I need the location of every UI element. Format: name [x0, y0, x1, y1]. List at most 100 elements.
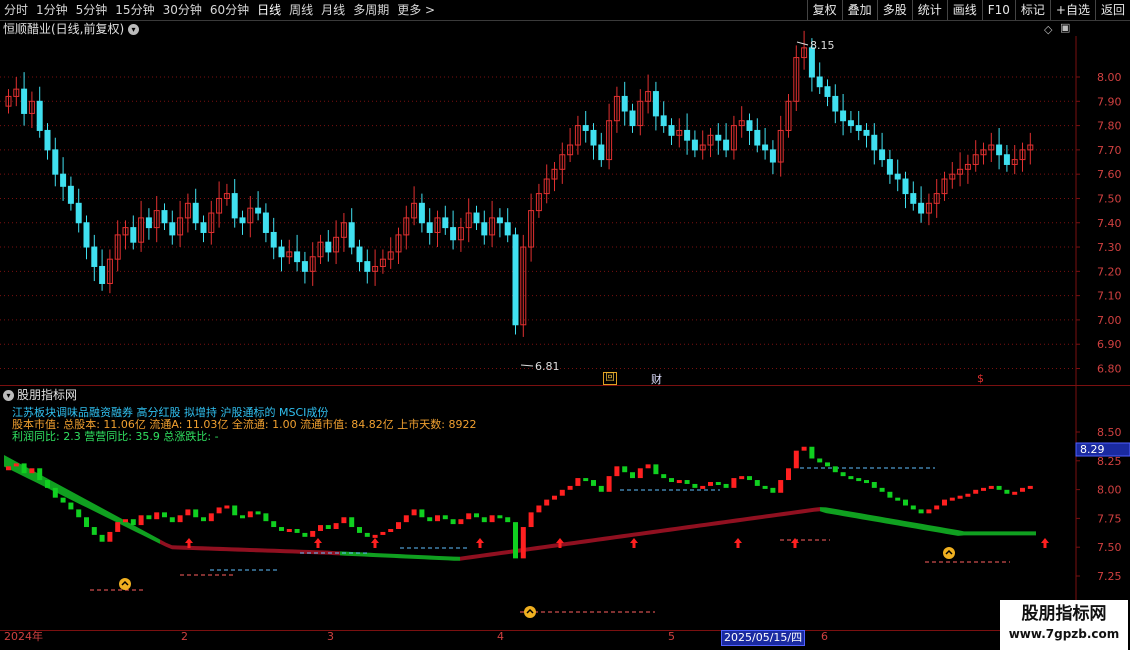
tab-multi-period[interactable]: 多周期	[349, 0, 393, 20]
candle[interactable]	[902, 171, 909, 209]
candle[interactable]	[777, 115, 784, 177]
candle[interactable]	[145, 208, 152, 240]
tab-5min[interactable]: 5分钟	[72, 0, 112, 20]
candle[interactable]	[426, 208, 433, 245]
candle[interactable]	[91, 234, 98, 282]
candle[interactable]	[504, 208, 511, 243]
candle[interactable]	[1027, 132, 1034, 165]
candle[interactable]	[754, 118, 761, 153]
candle[interactable]	[668, 118, 675, 146]
candle[interactable]	[543, 164, 550, 204]
candle[interactable]	[816, 62, 823, 95]
candle[interactable]	[894, 159, 901, 192]
candle[interactable]	[262, 203, 269, 243]
candle[interactable]	[36, 86, 43, 138]
candle[interactable]	[130, 215, 137, 250]
candle[interactable]	[231, 179, 238, 228]
candle[interactable]	[855, 111, 862, 141]
candle[interactable]	[340, 213, 347, 252]
candle[interactable]	[699, 130, 706, 160]
candle[interactable]	[847, 111, 854, 133]
candle[interactable]	[239, 210, 246, 235]
add-watchlist-button[interactable]: +自选	[1049, 0, 1095, 20]
candle[interactable]	[21, 72, 28, 126]
candle[interactable]	[918, 186, 925, 223]
event-marker-review[interactable]: 回	[603, 372, 617, 385]
overlay-button[interactable]: 叠加	[841, 0, 877, 20]
candle[interactable]	[723, 123, 730, 158]
candle[interactable]	[496, 208, 503, 238]
candle[interactable]	[559, 142, 566, 184]
candle[interactable]	[879, 132, 886, 167]
candle[interactable]	[450, 210, 457, 250]
candle[interactable]	[138, 200, 145, 252]
candle[interactable]	[988, 132, 995, 163]
candle[interactable]	[184, 193, 191, 233]
candle[interactable]	[793, 45, 800, 112]
candle[interactable]	[606, 103, 613, 170]
candle[interactable]	[247, 196, 254, 238]
candle[interactable]	[762, 128, 769, 160]
candle[interactable]	[567, 128, 574, 163]
candle[interactable]	[621, 81, 628, 126]
tab-15min[interactable]: 15分钟	[111, 0, 158, 20]
candle[interactable]	[395, 227, 402, 265]
candle[interactable]	[785, 94, 792, 138]
candle[interactable]	[574, 115, 581, 155]
candle[interactable]	[411, 186, 418, 226]
candle[interactable]	[769, 140, 776, 175]
candle[interactable]	[832, 84, 839, 124]
candle[interactable]	[5, 89, 12, 114]
candle[interactable]	[255, 191, 262, 221]
candle[interactable]	[83, 215, 90, 260]
candle[interactable]	[442, 205, 449, 235]
tab-weekly[interactable]: 周线	[285, 0, 317, 20]
candle[interactable]	[161, 203, 168, 231]
candle[interactable]	[489, 200, 496, 248]
candle[interactable]	[372, 249, 379, 286]
candle[interactable]	[707, 128, 714, 158]
candle[interactable]	[691, 130, 698, 158]
candle[interactable]	[582, 111, 589, 143]
candle[interactable]	[972, 140, 979, 172]
candle[interactable]	[44, 123, 51, 160]
candle[interactable]	[317, 234, 324, 265]
candle[interactable]	[520, 234, 527, 337]
candle[interactable]	[886, 149, 893, 184]
draw-line-button[interactable]: 画线	[946, 0, 982, 20]
candle[interactable]	[177, 200, 184, 248]
candle[interactable]	[122, 220, 129, 250]
tab-more[interactable]: 更多 >	[393, 0, 439, 20]
back-button[interactable]: 返回	[1094, 0, 1130, 20]
candle[interactable]	[434, 210, 441, 248]
candle[interactable]	[52, 137, 59, 187]
candle[interactable]	[325, 230, 332, 262]
candle[interactable]	[801, 30, 808, 70]
candle[interactable]	[613, 86, 620, 133]
tab-timeshare[interactable]: 分时	[0, 0, 32, 20]
candle[interactable]	[278, 239, 285, 272]
candle[interactable]	[645, 74, 652, 114]
f10-button[interactable]: F10	[981, 0, 1015, 20]
candle[interactable]	[465, 198, 472, 243]
candle[interactable]	[208, 200, 215, 245]
candle[interactable]	[824, 79, 831, 107]
candle[interactable]	[629, 103, 636, 133]
candle[interactable]	[964, 154, 971, 184]
candle[interactable]	[684, 113, 691, 155]
candle[interactable]	[13, 77, 20, 107]
candle[interactable]	[294, 234, 301, 272]
candle[interactable]	[481, 210, 488, 245]
candle[interactable]	[528, 193, 535, 262]
candle[interactable]	[535, 183, 542, 218]
statistics-button[interactable]: 统计	[911, 0, 947, 20]
candle[interactable]	[200, 215, 207, 243]
candle[interactable]	[512, 227, 519, 335]
candle[interactable]	[652, 81, 659, 131]
candle[interactable]	[598, 132, 605, 167]
tab-30min[interactable]: 30分钟	[159, 0, 206, 20]
candle[interactable]	[676, 118, 683, 148]
candle[interactable]	[387, 237, 394, 269]
candle[interactable]	[746, 113, 753, 146]
candle[interactable]	[996, 128, 1003, 170]
